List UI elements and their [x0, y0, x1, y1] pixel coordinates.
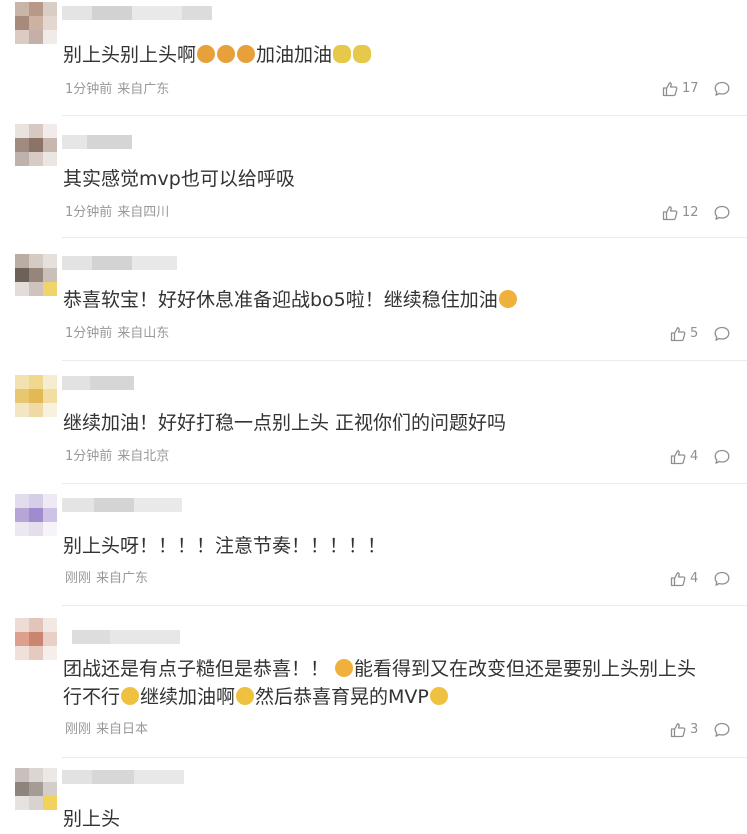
comment-text: 其实感觉mvp也可以给呼吸 [63, 168, 295, 190]
comment-meta: 刚刚 来自日本 [65, 722, 148, 738]
thumbs-up-icon [662, 206, 678, 221]
speech-bubble-icon [714, 722, 730, 737]
smiling-face-with-hearts-emoji [335, 659, 354, 677]
comment-meta: 1分钟前 来自广东 [65, 82, 169, 98]
location: 来自日本 [96, 722, 149, 737]
timestamp: 刚刚 [65, 571, 92, 586]
like-count: 5 [690, 326, 699, 341]
screaming-face-emoji [197, 45, 216, 63]
reply-button[interactable] [713, 448, 731, 466]
like-button[interactable]: 4 [670, 571, 698, 587]
like-count: 3 [690, 722, 699, 737]
reply-button[interactable] [713, 204, 731, 222]
like-button[interactable]: 5 [670, 326, 698, 342]
thumbs-up-icon [662, 82, 678, 97]
comment-item: 别上头别上头啊 加油加油 1分钟前 来自广东 17 [0, 0, 747, 116]
comment-item: 团战还是有点子糙但是恭喜！！ 能看得到又在改变但还是要别上头别上头 行不行 继续加油… [0, 606, 747, 758]
location: 来自广东 [117, 82, 170, 97]
comment-meta: 1分钟前 来自山东 [65, 326, 169, 342]
speech-bubble-icon [714, 81, 730, 96]
speech-bubble-icon [714, 205, 730, 220]
comment-item: 恭喜软宝！好好休息准备迎战bo5啦！继续稳住加油 1分钟前 来自山东 5 [0, 238, 747, 361]
thumbs-up-icon [670, 450, 686, 465]
timestamp: 1分钟前 [65, 205, 113, 220]
like-count: 4 [690, 449, 699, 464]
thumbs-up-icon [670, 572, 686, 587]
like-count: 4 [690, 571, 699, 586]
avatar[interactable] [15, 494, 57, 536]
comment-item: 其实感觉mvp也可以给呼吸 1分钟前 来自四川 12 [0, 116, 747, 238]
like-count: 12 [682, 205, 699, 220]
smiling-face-with-hearts-emoji [498, 290, 517, 308]
like-count: 17 [682, 81, 699, 96]
comment-item: 别上头 [0, 758, 747, 831]
timestamp: 1分钟前 [65, 82, 113, 97]
comment-text: 别上头别上头啊 加油加油 [63, 40, 372, 70]
timestamp: 刚刚 [65, 722, 92, 737]
screaming-face-emoji [217, 45, 236, 63]
comment-text: 恭喜软宝！好好休息准备迎战bo5啦！继续稳住加油 [63, 285, 518, 315]
location: 来自广东 [96, 571, 149, 586]
comment-text: 团战还是有点子糙但是恭喜！！ 能看得到又在改变但还是要别上头别上头 [63, 658, 697, 680]
comment-text: 别上头呀！！！！注意节奏！！！！！ [63, 535, 387, 557]
screaming-face-emoji [237, 45, 256, 63]
like-button[interactable]: 17 [662, 81, 699, 97]
lightbulb-emoji [353, 45, 372, 63]
comment-text-line2: 行不行 继续加油啊 然后恭喜育晃的MVP [63, 682, 449, 712]
comment-meta: 1分钟前 来自四川 [65, 205, 169, 221]
comment-item: 别上头呀！！！！注意节奏！！！！！ 刚刚 来自广东 4 [0, 484, 747, 606]
avatar[interactable] [15, 254, 57, 296]
comment-text: 别上头 [63, 808, 121, 830]
like-button[interactable]: 3 [670, 722, 698, 738]
thumbs-up-icon [670, 327, 686, 342]
speech-bubble-icon [714, 449, 730, 464]
avatar[interactable] [15, 618, 57, 660]
avatar[interactable] [15, 2, 57, 44]
speech-bubble-icon [714, 326, 730, 341]
location: 来自北京 [117, 449, 170, 464]
reply-button[interactable] [713, 325, 731, 343]
reply-button[interactable] [713, 570, 731, 588]
reply-button[interactable] [713, 80, 731, 98]
timestamp: 1分钟前 [65, 449, 113, 464]
comment-meta: 刚刚 来自广东 [65, 571, 148, 587]
comment-item: 继续加油！好好打稳一点别上头 正视你们的问题好吗 1分钟前 来自北京 4 [0, 361, 747, 484]
avatar[interactable] [15, 768, 57, 810]
like-button[interactable]: 12 [662, 205, 699, 221]
comment-meta: 1分钟前 来自北京 [65, 449, 169, 465]
like-button[interactable]: 4 [670, 449, 698, 465]
speech-bubble-icon [714, 571, 730, 586]
thumbs-up-icon [670, 723, 686, 738]
lightbulb-emoji [333, 45, 352, 63]
location: 来自四川 [117, 205, 170, 220]
reply-button[interactable] [713, 721, 731, 739]
crying-face-emoji [121, 687, 140, 705]
crying-face-emoji [429, 687, 448, 705]
timestamp: 1分钟前 [65, 326, 113, 341]
comment-text: 继续加油！好好打稳一点别上头 正视你们的问题好吗 [63, 412, 507, 434]
avatar[interactable] [15, 124, 57, 166]
location: 来自山东 [117, 326, 170, 341]
crying-face-emoji [236, 687, 255, 705]
avatar[interactable] [15, 375, 57, 417]
